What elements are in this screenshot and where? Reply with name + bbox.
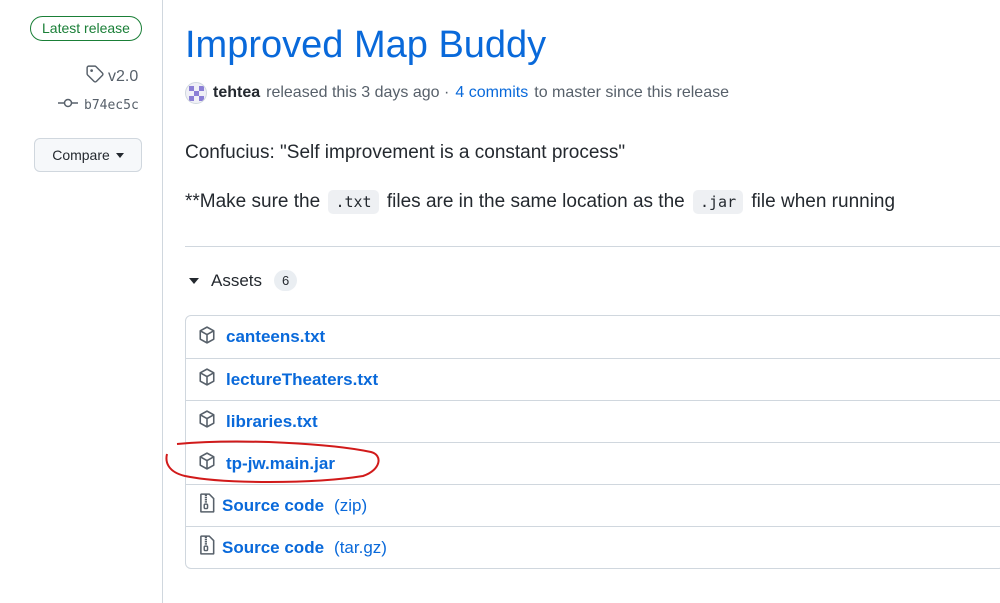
asset-link[interactable]: lectureTheaters.txt	[226, 370, 378, 390]
source-targz-link[interactable]: Source code	[222, 538, 324, 558]
code-txt: .txt	[328, 190, 379, 214]
note-prefix: **Make sure the	[185, 191, 321, 212]
asset-row[interactable]: lectureTheaters.txt	[186, 358, 1000, 400]
release-title[interactable]: Improved Map Buddy	[185, 24, 546, 67]
tag-icon	[86, 65, 104, 88]
package-icon	[198, 452, 216, 475]
asset-row[interactable]: Source code (tar.gz)	[186, 526, 1000, 568]
commits-suffix: to master since this release	[534, 84, 729, 101]
source-zip-ext[interactable]: (zip)	[334, 496, 367, 516]
package-icon	[198, 368, 216, 391]
asset-row[interactable]: libraries.txt	[186, 400, 1000, 442]
code-jar: .jar	[693, 190, 744, 214]
caret-down-icon	[115, 152, 124, 158]
source-zip-link[interactable]: Source code	[222, 496, 324, 516]
avatar[interactable]	[185, 82, 207, 104]
release-note: **Make sure the .txt files are in the sa…	[185, 190, 896, 214]
note-middle: files are in the same location as the	[386, 191, 685, 212]
assets-count: 6	[274, 270, 298, 291]
release-sidebar: Latest release v2.0 b74ec5c Compare	[0, 0, 163, 603]
package-icon	[198, 325, 216, 349]
commit-icon	[58, 97, 78, 113]
compare-label: Compare	[52, 147, 110, 163]
commit-sha: b74ec5c	[84, 97, 139, 113]
note-suffix: file when running	[751, 191, 896, 212]
release-quote: Confucius: "Self improvement is a consta…	[185, 142, 626, 163]
release-meta: tehtea released this 3 days ago · 4 comm…	[185, 82, 729, 104]
commits-link[interactable]: 4 commits	[455, 84, 528, 102]
asset-link[interactable]: tp-jw.main.jar	[226, 454, 335, 474]
divider	[185, 246, 1000, 247]
author-link[interactable]: tehtea	[213, 84, 260, 102]
package-icon	[198, 410, 216, 433]
asset-link[interactable]: libraries.txt	[226, 412, 318, 432]
triangle-down-icon	[189, 277, 199, 284]
assets-label: Assets	[211, 270, 263, 290]
tag-label: v2.0	[108, 67, 139, 85]
asset-link[interactable]: canteens.txt	[226, 327, 325, 347]
asset-row[interactable]: tp-jw.main.jar	[186, 442, 1000, 484]
file-zip-icon	[198, 535, 216, 560]
released-text: released this 3 days ago ·	[266, 84, 450, 101]
tag-link[interactable]: v2.0	[86, 65, 138, 88]
asset-row[interactable]: canteens.txt	[186, 316, 1000, 358]
file-zip-icon	[198, 493, 216, 518]
latest-release-badge: Latest release	[30, 16, 142, 41]
compare-button[interactable]: Compare	[34, 138, 142, 172]
assets-toggle[interactable]: Assets 6	[189, 270, 298, 291]
commit-link[interactable]: b74ec5c	[58, 97, 139, 113]
asset-row[interactable]: Source code (zip)	[186, 484, 1000, 526]
assets-list: canteens.txt lectureTheaters.txt librari…	[185, 315, 1000, 569]
source-targz-ext[interactable]: (tar.gz)	[334, 538, 387, 558]
